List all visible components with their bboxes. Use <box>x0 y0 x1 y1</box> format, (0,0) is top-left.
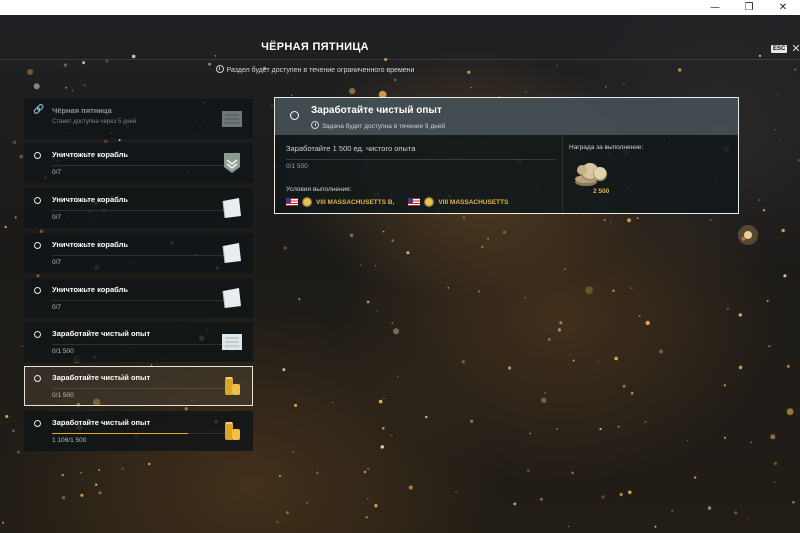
task-item[interactable]: Заработайте чистый опыт 1 106/1 500 <box>24 411 253 451</box>
clock-icon <box>311 121 319 129</box>
task-progress-bar <box>52 210 237 211</box>
task-lock-text: Станет доступна через 5 дней <box>52 119 137 125</box>
task-progress-text: 0/1 500 <box>52 392 74 399</box>
credits-icon <box>225 377 240 395</box>
task-progress-bar <box>52 165 237 166</box>
usa-flag-icon <box>286 198 298 206</box>
ship-class-icon <box>424 197 435 207</box>
restore-button[interactable]: ❐ <box>732 0 766 15</box>
task-item[interactable]: Заработайте чистый опыт 0/1 500 <box>24 366 253 406</box>
task-status-radio <box>34 375 41 382</box>
map-icon <box>222 334 242 350</box>
esc-key-badge: ESC <box>771 44 788 53</box>
task-title: Уничтожьте корабль <box>52 150 128 159</box>
credits-icon <box>225 422 240 440</box>
task-title: Чёрная пятница <box>52 106 112 115</box>
goal-progress-text: 0/1 500 <box>286 163 308 170</box>
task-progress-text: 0/7 <box>52 259 62 266</box>
task-title: Заработайте чистый опыт <box>52 329 151 338</box>
task-item[interactable]: 🔗 Чёрная пятница Станет доступна через 5 д… <box>24 99 253 139</box>
task-goal: Заработайте 1 500 ед. чистого опыта <box>286 144 416 153</box>
task-detail-header: Заработайте чистый опыт Задача будет дос… <box>275 98 738 135</box>
task-title: Уничтожьте корабль <box>52 195 128 204</box>
reward-value: 2 500 <box>593 188 610 195</box>
conditions-label: Условия выполнения: <box>286 186 352 193</box>
task-progress-text: 0/7 <box>52 214 62 221</box>
flag-icon <box>222 288 241 309</box>
coins-icon <box>575 163 607 186</box>
reward-label: Награда за выполнение: <box>569 144 644 151</box>
esc-close[interactable]: ESC ✕ <box>771 42 800 55</box>
task-title: Заработайте чистый опыт <box>52 373 151 382</box>
task-progress-text: 1 106/1 500 <box>52 437 87 444</box>
card-divider <box>562 136 563 213</box>
task-status-radio <box>34 152 41 159</box>
rank-chevron-icon <box>224 153 240 173</box>
task-title: Заработайте чистый опыт <box>52 418 151 427</box>
flag-icon <box>222 198 241 219</box>
ship-name[interactable]: VIII MASSACHUSETTS B, <box>316 199 394 206</box>
task-progress-bar <box>52 388 237 389</box>
task-status-radio <box>34 242 41 249</box>
game-screen: ЧЁРНАЯ ПЯТНИЦА ESC ✕ Раздел будет доступ… <box>0 15 800 533</box>
header-divider <box>0 59 800 60</box>
conditions-ships: VIII MASSACHUSETTS B, VIII MASSACHUSETTS <box>286 197 508 207</box>
page-title: ЧЁРНАЯ ПЯТНИЦА <box>261 41 369 53</box>
task-detail-availability: Задача будет доступна в течение 9 дней <box>311 121 445 130</box>
task-title: Уничтожьте корабль <box>52 285 128 294</box>
section-availability: Раздел будет доступен в течение ограниче… <box>0 65 630 74</box>
map-icon <box>222 111 242 127</box>
ship-name[interactable]: VIII MASSACHUSETTS <box>438 199 508 206</box>
ship-class-icon <box>302 197 312 207</box>
flag-icon <box>222 243 241 264</box>
task-progress-text: 0/7 <box>52 169 62 176</box>
task-detail-card: Заработайте чистый опыт Задача будет дос… <box>274 97 739 214</box>
task-item[interactable]: Уничтожьте корабль 0/7 <box>24 278 253 318</box>
task-availability-text: Задача будет доступна в течение 9 дней <box>322 123 445 130</box>
task-item[interactable]: Уничтожьте корабль 0/7 <box>24 143 253 183</box>
task-title: Уничтожьте корабль <box>52 240 128 249</box>
usa-flag-icon <box>408 198 421 206</box>
task-detail-title: Заработайте чистый опыт <box>311 105 442 116</box>
clock-icon <box>215 65 224 73</box>
task-status-radio <box>34 197 41 204</box>
minimize-button[interactable]: — <box>698 0 732 15</box>
background-sparkles <box>0 54 800 528</box>
task-progress-text: 0/7 <box>52 304 62 311</box>
task-item[interactable]: Уничтожьте корабль 0/7 <box>24 188 253 228</box>
goal-progress-bar <box>286 159 556 160</box>
task-progress-bar <box>52 255 237 256</box>
task-item[interactable]: Уничтожьте корабль 0/7 <box>24 233 253 273</box>
task-progress-bar <box>52 433 237 434</box>
close-icon[interactable]: ✕ <box>791 42 800 55</box>
task-status-radio <box>34 331 41 338</box>
task-progress-bar <box>52 300 237 301</box>
close-window-button[interactable]: ✕ <box>766 0 800 15</box>
task-status-radio <box>290 111 299 120</box>
section-availability-text: Раздел будет доступен в течение ограниче… <box>226 67 415 74</box>
task-progress-text: 0/1 500 <box>52 348 74 355</box>
task-item[interactable]: Заработайте чистый опыт 0/1 500 <box>24 322 253 362</box>
task-status-radio <box>34 420 41 427</box>
task-status-radio <box>34 287 41 294</box>
window-titlebar: — ❐ ✕ <box>0 0 800 15</box>
lock-link-icon: 🔗 <box>33 105 45 115</box>
task-progress-bar <box>52 344 237 345</box>
